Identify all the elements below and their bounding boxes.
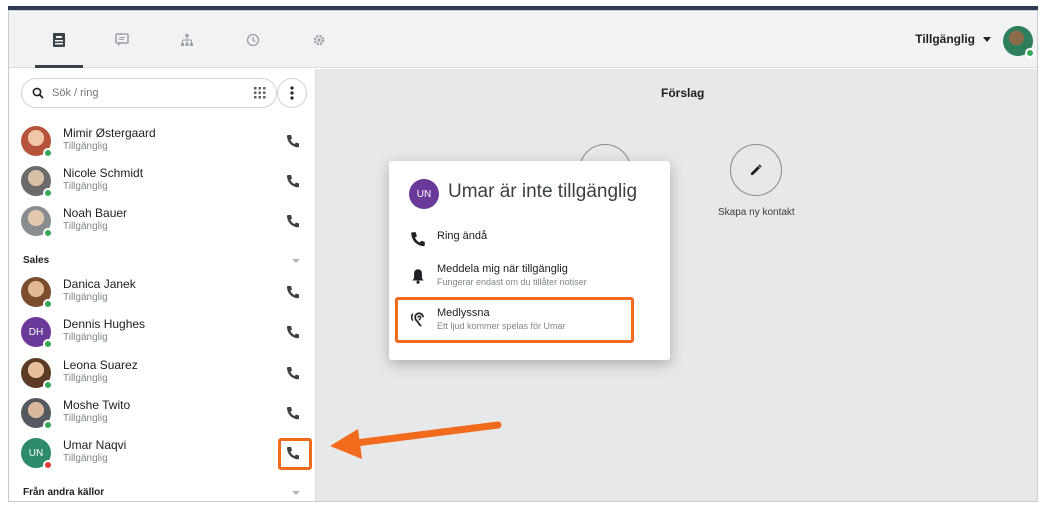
phone-icon[interactable] bbox=[285, 284, 301, 300]
contact-avatar: UN bbox=[21, 438, 53, 470]
more-options-button[interactable] bbox=[277, 78, 307, 108]
phone-icon[interactable] bbox=[285, 213, 301, 229]
tab-chat[interactable] bbox=[92, 12, 152, 68]
presence-dot bbox=[43, 420, 53, 430]
search-input[interactable] bbox=[52, 87, 232, 99]
call-button-highlight bbox=[278, 438, 312, 470]
caret-down-icon bbox=[983, 36, 991, 42]
contact-name: Nicole Schmidt bbox=[63, 166, 144, 180]
contact-avatar bbox=[21, 126, 53, 158]
phone-icon[interactable] bbox=[285, 133, 301, 149]
contact-name: Dennis Hughes bbox=[63, 317, 146, 331]
presence-dot bbox=[43, 188, 53, 198]
group-header-sales: Sales bbox=[23, 255, 50, 266]
contact-avatar bbox=[21, 277, 53, 309]
contact-name: Mimir Østergaard bbox=[63, 126, 156, 140]
contact-status: Tillgänglig bbox=[63, 373, 108, 384]
presence-dot bbox=[43, 339, 53, 349]
contact-status: Tillgänglig bbox=[63, 292, 108, 303]
tab-settings[interactable] bbox=[289, 12, 349, 68]
chat-icon bbox=[115, 33, 129, 46]
annotation-arrow-icon bbox=[330, 421, 502, 459]
notify-when-available-option[interactable]: Meddela mig när tillgänglig Fungerar end… bbox=[409, 263, 649, 293]
contact-status: Tillgänglig bbox=[63, 413, 108, 424]
phone-icon bbox=[411, 232, 425, 247]
contact-avatar bbox=[21, 166, 53, 198]
bell-icon bbox=[412, 269, 424, 284]
user-avatar[interactable] bbox=[1003, 26, 1035, 58]
presence-dot bbox=[43, 380, 53, 390]
contact-row[interactable]: Nicole Schmidt Tillgänglig bbox=[9, 161, 316, 201]
tab-history[interactable] bbox=[223, 12, 283, 68]
org-chart-icon bbox=[181, 34, 193, 46]
contact-status: Tillgänglig bbox=[63, 453, 108, 464]
dialpad-icon[interactable] bbox=[254, 87, 266, 99]
chevron-down-icon[interactable] bbox=[291, 488, 301, 498]
tab-org-chart[interactable] bbox=[157, 12, 217, 68]
phone-icon[interactable] bbox=[285, 405, 301, 421]
chevron-down-icon[interactable] bbox=[291, 256, 301, 266]
contact-name: Danica Janek bbox=[63, 277, 136, 291]
contact-row[interactable]: Leona Suarez Tillgänglig bbox=[9, 353, 316, 393]
contact-row[interactable]: Danica Janek Tillgänglig bbox=[9, 272, 316, 312]
contact-row[interactable]: UN Umar Naqvi Tillgänglig bbox=[9, 433, 316, 473]
contact-status: Tillgänglig bbox=[63, 332, 108, 343]
history-icon bbox=[246, 33, 260, 47]
settings-icon bbox=[313, 34, 325, 46]
group-header-other-sources: Från andra källor bbox=[23, 487, 105, 498]
call-anyway-option[interactable]: Ring ändå bbox=[409, 230, 649, 248]
contact-row[interactable]: Noah Bauer Tillgänglig bbox=[9, 201, 316, 241]
option-label: Meddela mig när tillgänglig bbox=[437, 263, 568, 275]
dialog-title: Umar är inte tillgänglig bbox=[448, 181, 638, 202]
contacts-icon bbox=[53, 33, 65, 47]
contact-status: Tillgänglig bbox=[63, 141, 108, 152]
contact-row[interactable]: Mimir Østergaard Tillgänglig bbox=[9, 121, 316, 161]
contact-row[interactable]: DH Dennis Hughes Tillgänglig bbox=[9, 312, 316, 352]
contacts-sidebar: Mimir Østergaard Tillgänglig Nicole Schm… bbox=[9, 69, 316, 501]
contact-avatar bbox=[21, 358, 53, 390]
contact-name: Umar Naqvi bbox=[63, 438, 127, 452]
contact-row[interactable]: Moshe Twito Tillgänglig bbox=[9, 393, 316, 433]
presence-dot bbox=[43, 460, 53, 470]
dialog-avatar: UN bbox=[409, 179, 439, 209]
contact-avatar bbox=[21, 398, 53, 430]
phone-icon[interactable] bbox=[285, 324, 301, 340]
avatar-initials: UN bbox=[28, 447, 44, 459]
contact-name: Leona Suarez bbox=[63, 358, 138, 372]
contact-status: Tillgänglig bbox=[63, 181, 108, 192]
search-box[interactable] bbox=[21, 78, 277, 108]
presence-dot bbox=[43, 299, 53, 309]
contact-name: Noah Bauer bbox=[63, 206, 128, 220]
search-icon bbox=[32, 87, 44, 99]
option-label: Ring ändå bbox=[437, 230, 488, 242]
avatar-initials: DH bbox=[28, 326, 44, 338]
phone-icon[interactable] bbox=[285, 365, 301, 381]
contact-name: Moshe Twito bbox=[63, 398, 131, 412]
presence-dot bbox=[43, 148, 53, 158]
presence-status-label: Tillgänglig bbox=[915, 32, 975, 46]
presence-status-dropdown[interactable]: Tillgänglig bbox=[915, 32, 991, 46]
listen-in-highlight bbox=[395, 297, 634, 343]
tab-contacts[interactable] bbox=[29, 12, 89, 68]
presence-dot bbox=[1025, 48, 1035, 58]
option-sublabel: Fungerar endast om du tillåter notiser bbox=[437, 277, 587, 287]
app-header: Tillgänglig bbox=[9, 12, 1037, 68]
contact-status: Tillgänglig bbox=[63, 221, 108, 232]
contact-avatar: DH bbox=[21, 317, 53, 349]
more-vertical-icon bbox=[290, 86, 294, 100]
presence-dot bbox=[43, 228, 53, 238]
phone-icon[interactable] bbox=[285, 173, 301, 189]
contact-avatar bbox=[21, 206, 53, 238]
